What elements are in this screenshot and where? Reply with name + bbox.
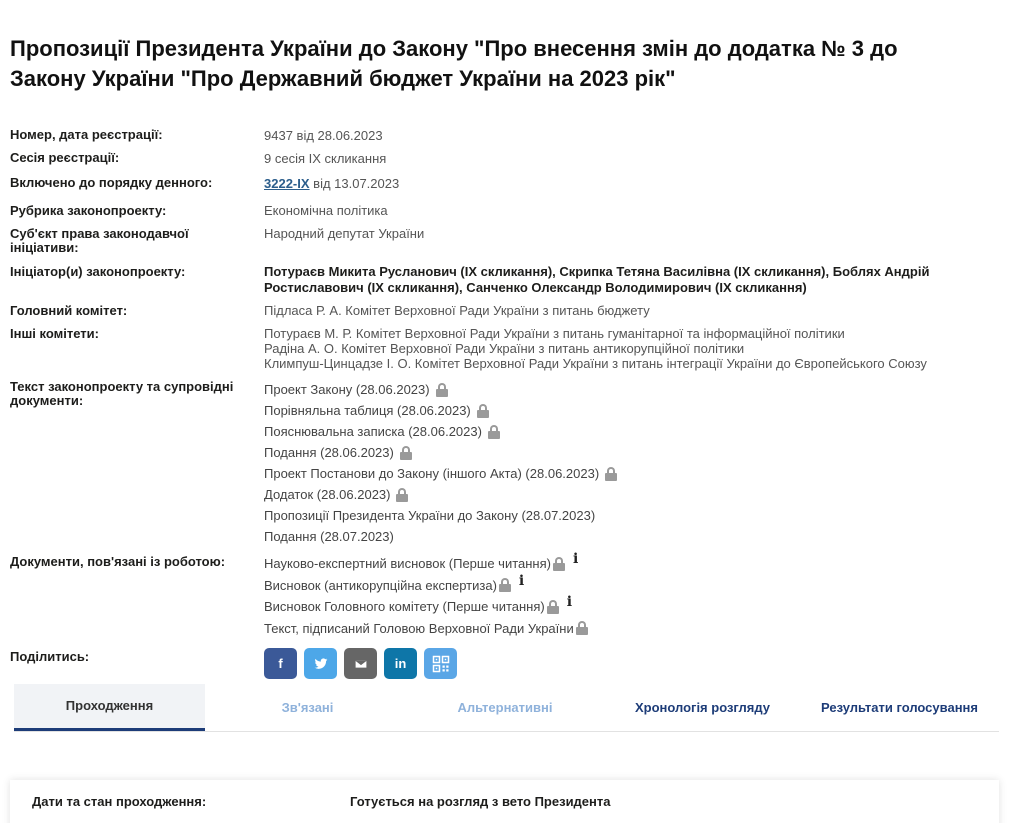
other-committee-2: Радіна А. О. Комітет Верховної Ради Укра…: [264, 341, 745, 356]
tab-alternatives[interactable]: Альтернативні: [405, 684, 605, 731]
doc-item-label: Пропозиції Президента України до Закону …: [264, 508, 596, 523]
other-committee-3: Климпуш-Цинцадзе І. О. Комітет Верховної…: [264, 356, 927, 371]
work-docs-list: Науково-експертний висновок (Перше читан…: [264, 551, 588, 640]
work-doc-item[interactable]: Висновок Головного комітету (Перше читан…: [264, 594, 588, 618]
work-doc-label: Висновок (антикорупційна експертиза): [264, 577, 497, 593]
doc-item-label: Подання (28.06.2023): [264, 445, 394, 460]
value-session: 9 сесія IX скликання: [264, 151, 387, 166]
label-subject: Суб'єкт права законодавчої ініціативи:: [10, 226, 189, 255]
lock-icon: [435, 382, 448, 397]
label-session: Сесія реєстрації:: [10, 150, 120, 165]
linkedin-icon: in: [394, 656, 407, 671]
tabs-bar: Проходження Зв'язані Альтернативні Хроно…: [14, 684, 999, 732]
agenda-link[interactable]: 3222-IX: [264, 176, 310, 191]
doc-item-label: Пояснювальна записка (28.06.2023): [264, 424, 482, 439]
value-agenda: 3222-IX від 13.07.2023: [264, 176, 399, 191]
lock-icon: [605, 466, 618, 481]
doc-item[interactable]: Додаток (28.06.2023): [264, 484, 617, 505]
label-reg: Номер, дата реєстрації:: [10, 127, 163, 142]
doc-item[interactable]: Подання (28.06.2023): [264, 442, 617, 463]
status-panel: Дати та стан проходження: Готується на р…: [10, 780, 999, 823]
doc-item-label: Подання (28.07.2023): [264, 529, 394, 544]
info-icon[interactable]: i: [519, 571, 529, 592]
info-icon[interactable]: i: [573, 549, 583, 570]
value-main-committee: Підласа Р. А. Комітет Верховної Ради Укр…: [264, 303, 650, 318]
label-docs: Текст законопроекту та супровідні докуме…: [10, 379, 234, 408]
doc-item[interactable]: Подання (28.07.2023): [264, 526, 617, 547]
tab-voting-results[interactable]: Результати голосування: [800, 684, 999, 731]
lock-icon: [476, 403, 489, 418]
lock-icon: [575, 621, 588, 636]
label-main-committee: Головний комітет:: [10, 303, 128, 318]
twitter-share-button[interactable]: [304, 648, 337, 679]
work-doc-item[interactable]: Текст, підписаний Головою Верховної Ради…: [264, 618, 588, 640]
other-committee-1: Потураєв М. Р. Комітет Верховної Ради Ук…: [264, 326, 845, 341]
label-share: Поділитись:: [10, 649, 90, 664]
doc-item[interactable]: Проект Закону (28.06.2023): [264, 379, 617, 400]
qr-share-button[interactable]: [424, 648, 457, 679]
doc-item-label: Проект Постанови до Закону (іншого Акта)…: [264, 466, 600, 481]
value-subject: Народний депутат України: [264, 226, 425, 241]
facebook-share-button[interactable]: f: [264, 648, 297, 679]
tab-related[interactable]: Зв'язані: [210, 684, 405, 731]
lock-icon: [552, 556, 565, 571]
doc-item-label: Порівняльна таблиця (28.06.2023): [264, 403, 471, 418]
lock-icon: [399, 445, 412, 460]
page-title: Пропозиції Президента України до Закону …: [10, 36, 898, 91]
tab-prohodzhennia[interactable]: Проходження: [14, 684, 205, 731]
doc-item[interactable]: Пояснювальна записка (28.06.2023): [264, 421, 617, 442]
work-doc-label: Текст, підписаний Головою Верховної Ради…: [264, 620, 574, 636]
status-label: Дати та стан проходження:: [32, 794, 207, 809]
label-agenda: Включено до порядку денного:: [10, 175, 213, 190]
lock-icon: [546, 599, 559, 614]
label-initiators: Ініціатор(и) законопроекту:: [10, 264, 186, 279]
label-other-committees: Інші комітети:: [10, 326, 99, 341]
label-work-docs: Документи, пов'язані із роботою:: [10, 554, 226, 569]
value-rubric: Економічна політика: [264, 203, 388, 218]
share-buttons: f in: [264, 648, 457, 679]
linkedin-share-button[interactable]: in: [384, 648, 417, 679]
info-icon[interactable]: i: [567, 592, 577, 613]
lock-icon: [396, 487, 409, 502]
work-doc-item[interactable]: Науково-експертний висновок (Перше читан…: [264, 551, 588, 575]
email-icon: [354, 658, 367, 669]
work-doc-label: Висновок Головного комітету (Перше читан…: [264, 599, 545, 615]
agenda-date: від 13.07.2023: [309, 176, 400, 191]
status-value: Готується на розгляд з вето Президента: [350, 794, 611, 809]
doc-item[interactable]: Пропозиції Президента України до Закону …: [264, 505, 617, 526]
facebook-icon: f: [278, 656, 283, 671]
work-doc-item[interactable]: Висновок (антикорупційна експертиза) i: [264, 573, 588, 597]
qr-icon: [432, 655, 449, 672]
tab-chronology[interactable]: Хронологія розгляду: [605, 684, 800, 731]
doc-item-label: Додаток (28.06.2023): [264, 487, 391, 502]
doc-item[interactable]: Проект Постанови до Закону (іншого Акта)…: [264, 463, 618, 484]
label-rubric: Рубрика законопроекту:: [10, 203, 167, 218]
lock-icon: [498, 578, 511, 593]
lock-icon: [487, 424, 500, 439]
doc-item-label: Проект Закону (28.06.2023): [264, 382, 430, 397]
doc-item[interactable]: Порівняльна таблиця (28.06.2023): [264, 400, 617, 421]
email-share-button[interactable]: [344, 648, 377, 679]
value-reg: 9437 від 28.06.2023: [264, 128, 383, 143]
twitter-icon: [314, 657, 327, 669]
docs-list: Проект Закону (28.06.2023) Порівняльна т…: [264, 379, 618, 547]
value-initiators: Потураєв Микита Русланович (IX скликання…: [264, 264, 930, 295]
work-doc-label: Науково-експертний висновок (Перше читан…: [264, 556, 551, 572]
